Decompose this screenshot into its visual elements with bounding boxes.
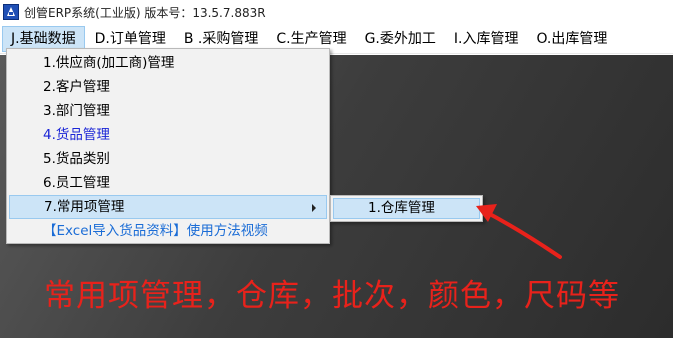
common-items-submenu: 1.仓库管理 xyxy=(330,195,483,222)
menu-item-common-items[interactable]: 7.常用项管理 xyxy=(9,195,327,219)
window-title: 创管ERP系统(工业版) 版本号：13.5.7.883R xyxy=(24,5,266,20)
basic-data-dropdown: 1.供应商(加工商)管理 2.客户管理 3.部门管理 4.货品管理 5.货品类别… xyxy=(6,48,330,244)
menu-item-goods-category[interactable]: 5.货品类别 xyxy=(9,147,327,171)
menu-item-common-items-label: 7.常用项管理 xyxy=(44,199,125,215)
annotation-caption: 常用项管理，仓库，批次，颜色，尺码等 xyxy=(44,278,620,314)
menu-item-department-management[interactable]: 3.部门管理 xyxy=(9,99,327,123)
title-bar: 创管ERP系统(工业版) 版本号：13.5.7.883R xyxy=(0,0,673,24)
annotation-arrow-icon xyxy=(476,204,562,259)
menu-inbound-management[interactable]: I.入库管理 xyxy=(446,26,527,52)
menu-outsourcing[interactable]: G.委外加工 xyxy=(357,26,444,52)
menu-item-customer-management[interactable]: 2.客户管理 xyxy=(9,75,327,99)
menu-outbound-management[interactable]: O.出库管理 xyxy=(528,26,615,52)
menu-item-excel-import-video[interactable]: 【Excel导入货品资料】使用方法视频 xyxy=(9,219,327,243)
submenu-arrow-icon xyxy=(312,204,316,212)
app-logo-icon xyxy=(3,4,19,20)
menu-item-employee-management[interactable]: 6.员工管理 xyxy=(9,171,327,195)
menu-item-goods-management[interactable]: 4.货品管理 xyxy=(9,123,327,147)
submenu-item-warehouse-management[interactable]: 1.仓库管理 xyxy=(333,198,480,219)
menu-item-supplier-management[interactable]: 1.供应商(加工商)管理 xyxy=(9,51,327,75)
